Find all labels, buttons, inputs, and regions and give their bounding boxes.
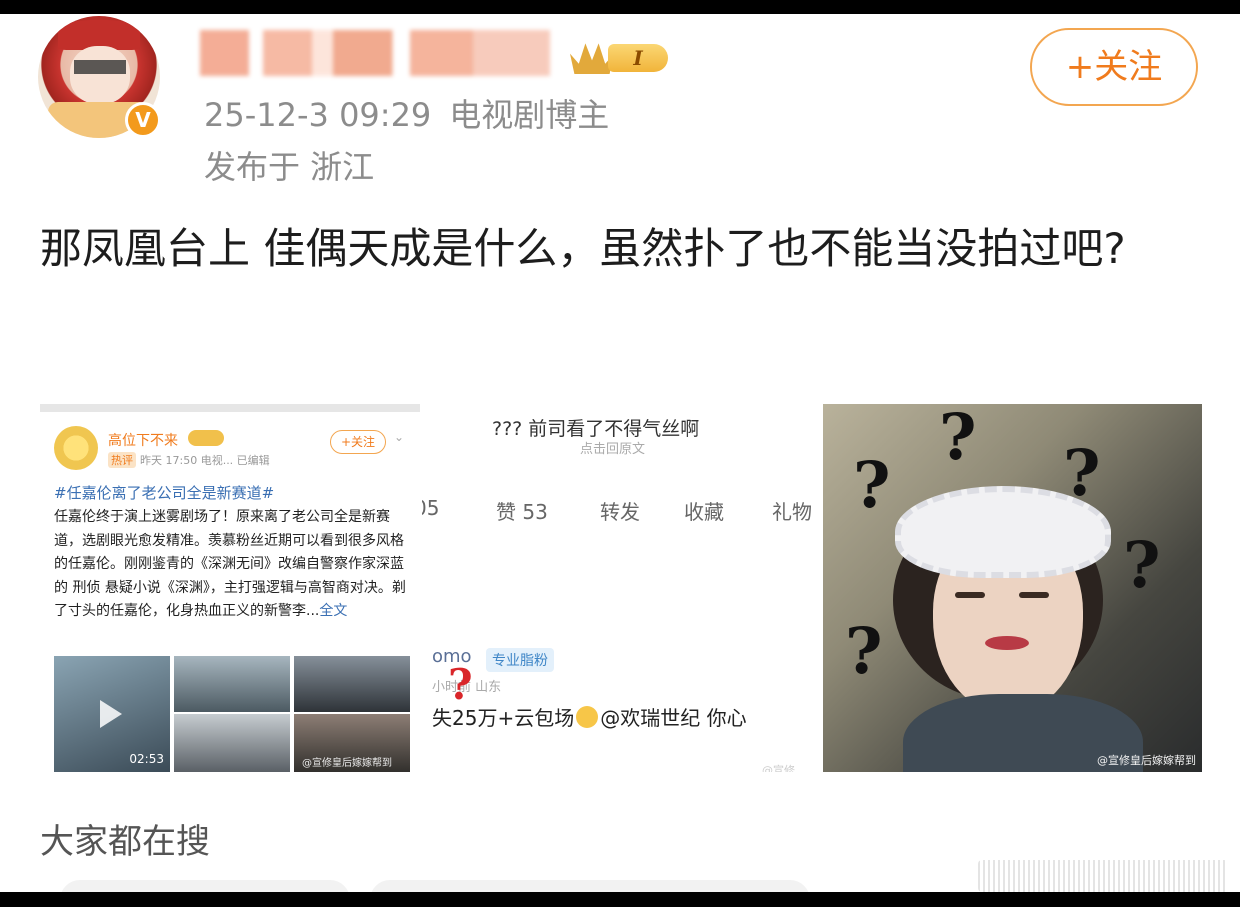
search-suggestion[interactable]	[370, 880, 810, 892]
video-duration: 02:53	[129, 752, 164, 766]
photo-thumb	[174, 656, 290, 712]
follow-button[interactable]: +关注	[1030, 28, 1198, 106]
screenshot-follow: +关注	[330, 430, 386, 454]
tab-repost: 转发	[600, 500, 640, 524]
post-timestamp: 25-12-3 09:29	[204, 96, 432, 134]
watermark: @宣修皇后嫁嫁帮到	[1097, 754, 1196, 767]
tab-count: 05	[422, 496, 440, 520]
comment-body-b: @欢瑞世纪 你心	[600, 706, 747, 730]
view-original-link: 点击回原文	[580, 442, 646, 457]
red-question-mark: ?	[448, 660, 473, 709]
photo-thumb	[174, 714, 290, 772]
tab-like: 赞 53	[496, 500, 548, 524]
action-tabs: 05 赞 53 转发 收藏 礼物	[422, 496, 820, 532]
question-mark: ?	[939, 404, 977, 475]
video-thumb: 02:53	[54, 656, 170, 772]
corner-watermark	[978, 860, 1228, 892]
level-label: I	[608, 44, 668, 72]
watermark: @宣修	[762, 764, 795, 772]
avatar-face	[70, 46, 130, 104]
meme-eye	[1019, 592, 1049, 598]
chevron-down-icon: ⌄	[394, 430, 405, 444]
meme-lips	[985, 636, 1029, 650]
author-name-blurred[interactable]	[200, 30, 550, 76]
post-location: 发布于 浙江	[204, 148, 375, 186]
screenshot-topbar	[40, 404, 420, 412]
play-icon	[100, 700, 122, 728]
comment-body: 失25万+云包场 @欢瑞世纪 你心	[432, 702, 747, 731]
comment-badge: 专业脂粉	[486, 648, 554, 672]
screenshot-body: 任嘉伦终于演上迷雾剧场了！原来离了老公司全是新赛道，选剧眼光愈发精准。羡慕粉丝近…	[54, 506, 410, 624]
crown-level-icon[interactable]: I	[570, 38, 670, 78]
post-body-text: 那凤凰台上 佳偶天成是什么，虽然扑了也不能当没拍过吧?	[40, 224, 1126, 273]
repost-question: ??? 前司看了不得气丝啊	[492, 418, 700, 440]
screenshot-more: 全文	[319, 603, 348, 619]
screenshot-body-text: 任嘉伦终于演上迷雾剧场了！原来离了老公司全是新赛道，选剧眼光愈发精准。羡慕粉丝近…	[54, 509, 406, 619]
question-mark: ?	[1123, 528, 1161, 603]
screenshot-hashtag: #任嘉伦离了老公司全是新赛道#	[54, 484, 275, 502]
screenshot-nick: 高位下不来	[108, 433, 178, 449]
image-reaction-meme[interactable]: ? ? ? ? ? @宣修皇后嫁嫁帮到	[823, 404, 1202, 772]
search-section-title: 大家都在搜	[40, 822, 210, 862]
post-image-collage[interactable]: 高位下不来 +关注 ⌄ 热评 昨天 17:50 电视... 已编辑 #任嘉伦离了老…	[40, 390, 1202, 772]
post-meta: 25-12-3 09:29 电视剧博主	[204, 90, 609, 136]
post-page: V I 25-12-3 09:29 电视剧博主 发布于 浙江 +关注 那凤凰台上 …	[0, 14, 1240, 892]
screenshot-crown-icon	[188, 430, 224, 446]
tab-gift: 礼物	[772, 500, 812, 524]
smile-emoji-icon	[576, 706, 599, 728]
screenshot-meta-text: 昨天 17:50 电视... 已编辑	[140, 454, 270, 467]
author-role: 电视剧博主	[449, 96, 610, 134]
question-mark: ?	[1063, 436, 1101, 511]
verified-v-icon: V	[125, 102, 161, 138]
question-mark: ?	[853, 448, 891, 523]
image-screenshot-comments[interactable]: ??? 前司看了不得气丝啊 点击回原文 05 赞 53 转发 收藏 礼物 omo…	[422, 390, 820, 772]
screenshot-meta: 热评 昨天 17:50 电视... 已编辑	[108, 452, 270, 468]
tab-favorite: 收藏	[684, 500, 724, 524]
photo-thumb	[294, 656, 410, 712]
avatar-mosaic	[74, 60, 126, 74]
question-mark: ?	[845, 614, 883, 689]
watermark: @宣修皇后嫁嫁帮到	[302, 758, 392, 769]
hot-tag: 热评	[108, 452, 136, 468]
image-screenshot-weibo[interactable]: 高位下不来 +关注 ⌄ 热评 昨天 17:50 电视... 已编辑 #任嘉伦离了老…	[40, 390, 420, 772]
meme-eye	[955, 592, 985, 598]
search-suggestion[interactable]	[60, 880, 350, 892]
comment-body-a: 失25万+云包场	[432, 706, 575, 730]
screenshot-avatar	[54, 426, 98, 470]
